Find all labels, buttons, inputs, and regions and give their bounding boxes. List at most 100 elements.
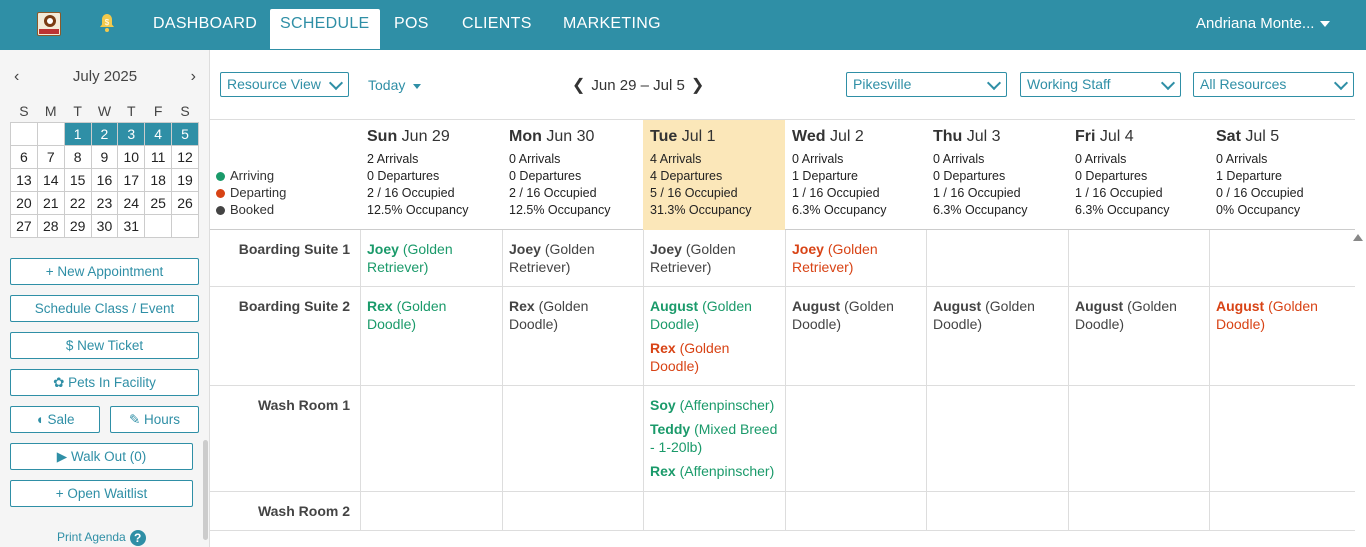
schedule-cell[interactable] (502, 386, 643, 491)
location-select[interactable]: Pikesville (846, 72, 1007, 97)
appointment[interactable]: Soy (Affenpinscher) (650, 396, 779, 414)
pets-in-facility-button[interactable]: ✿ Pets In Facility (10, 369, 199, 396)
open-waitlist-button[interactable]: + Open Waitlist (10, 480, 193, 507)
calendar-day[interactable]: 28 (36, 213, 65, 238)
nav-marketing[interactable]: MARKETING (563, 0, 661, 50)
appointment[interactable]: Joey (Golden Retriever) (367, 240, 496, 276)
calendar-day[interactable]: 26 (171, 190, 199, 215)
schedule-cell[interactable] (926, 230, 1068, 286)
schedule-cell[interactable] (502, 492, 643, 530)
nav-clients[interactable]: CLIENTS (462, 0, 532, 50)
calendar-day[interactable]: 11 (144, 144, 173, 169)
schedule-cell[interactable]: Rex (Golden Doodle) (360, 287, 502, 385)
calendar-day[interactable]: 22 (63, 190, 92, 215)
calendar-day[interactable]: 23 (90, 190, 119, 215)
schedule-cell[interactable]: Joey (Golden Retriever) (785, 230, 926, 286)
resources-select[interactable]: All Resources (1193, 72, 1354, 97)
schedule-cell[interactable] (1209, 386, 1355, 491)
schedule-cell[interactable]: August (Golden Doodle) Rex (Golden Doodle… (643, 287, 785, 385)
walk-out-button[interactable]: ▶ Walk Out (0) (10, 443, 193, 470)
calendar-day[interactable]: 13 (10, 167, 38, 192)
view-select[interactable]: Resource View (220, 72, 349, 97)
calendar-day[interactable]: 5 (171, 121, 199, 146)
schedule-cell[interactable] (360, 386, 502, 491)
schedule-cell[interactable]: Soy (Affenpinscher) Teddy (Mixed Breed - … (643, 386, 785, 491)
calendar-day[interactable]: 30 (90, 213, 119, 238)
calendar-day[interactable]: 18 (144, 167, 173, 192)
appointment[interactable]: Joey (Golden Retriever) (792, 240, 920, 276)
appointment[interactable]: Rex (Affenpinscher) (650, 462, 779, 480)
schedule-cell[interactable]: August (Golden Doodle) (1068, 287, 1209, 385)
calendar-day[interactable]: 31 (117, 213, 146, 238)
schedule-cell[interactable] (1068, 230, 1209, 286)
calendar-day[interactable]: 27 (10, 213, 38, 238)
schedule-cell[interactable] (785, 386, 926, 491)
calendar-day[interactable]: 21 (36, 190, 65, 215)
calendar-day[interactable]: 2 (90, 121, 119, 146)
nav-pos[interactable]: POS (394, 0, 429, 50)
calendar-day[interactable]: 7 (36, 144, 65, 169)
calendar-day[interactable]: 14 (36, 167, 65, 192)
schedule-cell[interactable] (1068, 386, 1209, 491)
print-agenda-link[interactable]: Print Agenda? (57, 530, 146, 546)
prev-week-icon[interactable]: ❮ (566, 77, 591, 94)
today-dropdown[interactable]: Today (368, 77, 422, 93)
calendar-day[interactable]: 1 (63, 121, 92, 146)
sidebar-scrollbar[interactable] (203, 440, 208, 540)
schedule-class-button[interactable]: Schedule Class / Event (10, 295, 199, 322)
calendar-day[interactable]: 8 (63, 144, 92, 169)
bell-icon[interactable]: $ (99, 13, 115, 33)
appointment[interactable]: August (Golden Doodle) (792, 297, 920, 333)
schedule-cell[interactable] (1068, 492, 1209, 530)
sale-button[interactable]: ◖ Sale (10, 406, 100, 433)
appointment[interactable]: August (Golden Doodle) (1216, 297, 1349, 333)
calendar-day[interactable]: 20 (10, 190, 38, 215)
staff-select[interactable]: Working Staff (1020, 72, 1181, 97)
appointment[interactable]: Rex (Golden Doodle) (509, 297, 637, 333)
appointment[interactable]: Joey (Golden Retriever) (509, 240, 637, 276)
schedule-cell[interactable] (926, 492, 1068, 530)
user-menu[interactable]: Andriana Monte... (1196, 15, 1331, 32)
calendar-day[interactable]: 24 (117, 190, 146, 215)
appointment[interactable]: Rex (Golden Doodle) (367, 297, 496, 333)
calendar-day[interactable]: 19 (171, 167, 199, 192)
next-week-icon[interactable]: ❯ (685, 77, 710, 94)
schedule-cell[interactable] (643, 492, 785, 530)
company-logo[interactable] (37, 12, 61, 36)
schedule-cell[interactable]: August (Golden Doodle) (785, 287, 926, 385)
schedule-cell[interactable] (1209, 230, 1355, 286)
schedule-cell[interactable]: Joey (Golden Retriever) (643, 230, 785, 286)
schedule-cell[interactable]: August (Golden Doodle) (1209, 287, 1355, 385)
appointment[interactable]: August (Golden Doodle) (1075, 297, 1203, 333)
new-appointment-button[interactable]: + New Appointment (10, 258, 199, 285)
calendar-day[interactable]: 6 (10, 144, 38, 169)
schedule-cell[interactable]: Joey (Golden Retriever) (360, 230, 502, 286)
appointment[interactable]: Joey (Golden Retriever) (650, 240, 779, 276)
schedule-cell[interactable]: Rex (Golden Doodle) (502, 287, 643, 385)
calendar-day[interactable]: 3 (117, 121, 146, 146)
calendar-day[interactable]: 16 (90, 167, 119, 192)
calendar-day[interactable]: 15 (63, 167, 92, 192)
calendar-day[interactable]: 9 (90, 144, 119, 169)
new-ticket-button[interactable]: $ New Ticket (10, 332, 199, 359)
hours-button[interactable]: ✎ Hours (110, 406, 199, 433)
schedule-cell[interactable] (926, 386, 1068, 491)
schedule-cell[interactable] (1209, 492, 1355, 530)
schedule-cell[interactable]: Joey (Golden Retriever) (502, 230, 643, 286)
calendar-day[interactable]: 4 (144, 121, 173, 146)
schedule-cell[interactable] (360, 492, 502, 530)
scroll-up-icon[interactable] (1353, 234, 1363, 241)
nav-dashboard[interactable]: DASHBOARD (153, 0, 257, 50)
calendar-day[interactable]: 17 (117, 167, 146, 192)
calendar-day[interactable]: 12 (171, 144, 199, 169)
appointment[interactable]: August (Golden Doodle) (650, 297, 779, 333)
appointment[interactable]: Teddy (Mixed Breed - 1-20lb) (650, 420, 779, 456)
schedule-cell[interactable]: August (Golden Doodle) (926, 287, 1068, 385)
grid-scrollbar[interactable] (1352, 232, 1364, 547)
appointment[interactable]: Rex (Golden Doodle) (650, 339, 779, 375)
calendar-day[interactable]: 25 (144, 190, 173, 215)
calendar-day[interactable]: 10 (117, 144, 146, 169)
schedule-cell[interactable] (785, 492, 926, 530)
help-icon[interactable]: ? (129, 530, 146, 546)
appointment[interactable]: August (Golden Doodle) (933, 297, 1062, 333)
